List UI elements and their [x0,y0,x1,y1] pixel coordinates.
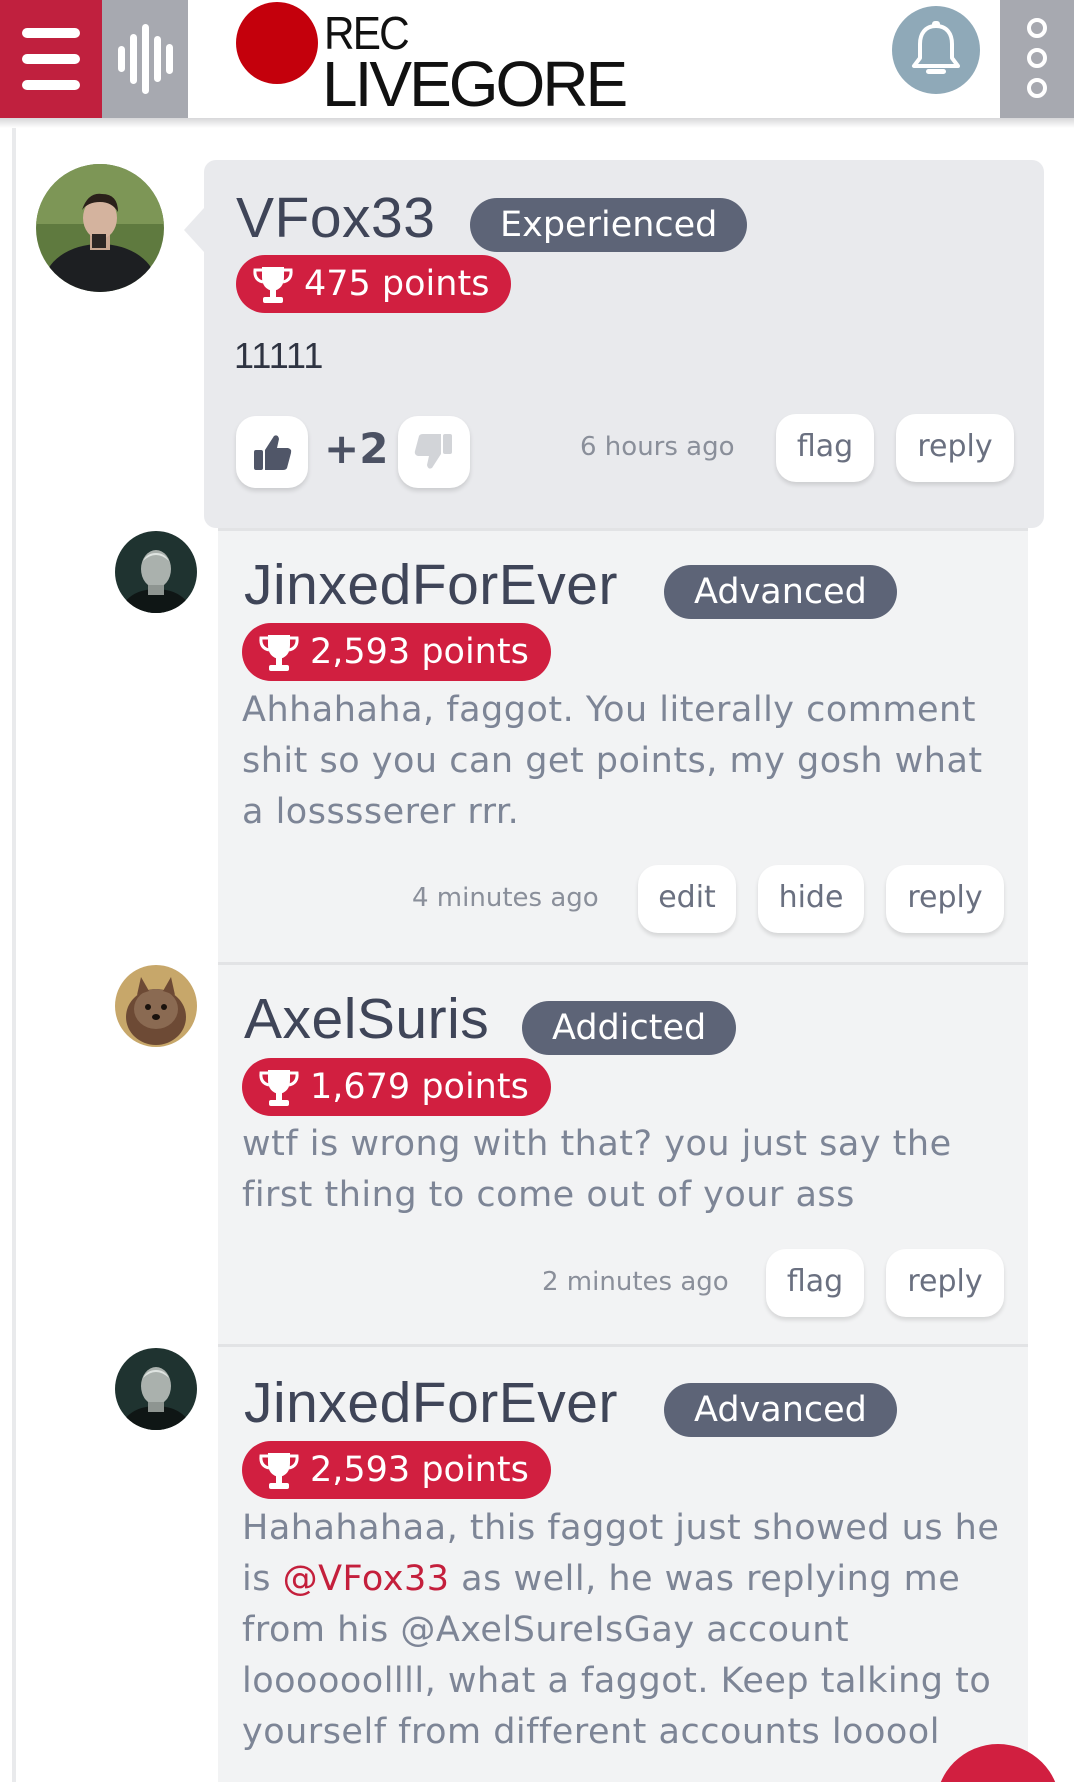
comment-username[interactable]: VFox33 [236,190,435,247]
bell-icon [912,21,960,74]
comment-body: wtf is wrong with that? you just say the… [242,1124,952,1215]
points-label: 475 points [304,264,490,304]
activity-button[interactable] [102,0,188,118]
site-logo[interactable]: REC LIVEGORE [236,0,628,118]
reply-button[interactable]: reply [896,414,1014,482]
comment-timestamp: 4 minutes ago [412,883,599,913]
vote-score: +2 [324,424,389,473]
comment-username[interactable]: AxelSuris [244,991,489,1048]
comment-body: Hahahahaa, this faggot just showed us he… [242,1503,1002,1758]
avatar[interactable] [115,531,197,613]
points-badge: 2,593 points [242,1441,551,1499]
more-options-button[interactable] [1000,0,1074,118]
flag-button[interactable]: flag [766,1249,864,1317]
rank-badge: Advanced [664,565,897,619]
reply-button[interactable]: reply [886,865,1004,933]
points-badge: 475 points [236,255,512,313]
comment-timestamp: 2 minutes ago [542,1267,729,1297]
trophy-icon [259,1070,299,1106]
trophy-icon [259,635,299,671]
edit-button[interactable]: edit [638,865,736,933]
user-photo-icon [115,1348,197,1430]
user-photo-icon [115,531,197,613]
avatar[interactable] [115,1348,197,1430]
hamburger-icon-line [22,54,80,64]
hamburger-icon-line [22,80,80,90]
user-photo-icon [115,965,197,1047]
comment-username[interactable]: JinxedForEver [244,1375,618,1432]
flag-button[interactable]: flag [776,414,874,482]
menu-button[interactable] [0,0,102,118]
comment-body: Ahhahaha, faggot. You literally comment … [242,690,983,832]
comment-card: JinxedForEver Advanced 2,593 points Ahha… [218,528,1028,962]
rank-badge: Addicted [522,1001,737,1055]
comment-card: VFox33 Experienced 475 points 11111 +2 6… [184,160,1044,528]
points-label: 2,593 points [310,1450,529,1490]
comment-body: 11111 [234,335,324,376]
avatar[interactable] [36,164,164,292]
comment-card: JinxedForEver Advanced 2,593 points Haha… [218,1344,1028,1782]
reply-button[interactable]: reply [886,1249,1004,1317]
thumbs-down-icon [414,434,452,469]
avatar[interactable] [115,965,197,1047]
points-label: 2,593 points [310,632,529,672]
rank-badge: Advanced [664,1383,897,1437]
thread-rule [12,128,16,1782]
comment-username[interactable]: JinxedForEver [244,557,618,614]
hamburger-icon [22,28,80,38]
notifications-button[interactable] [892,6,980,94]
record-dot-icon [236,2,318,84]
downvote-button[interactable] [398,416,470,488]
comment-timestamp: 6 hours ago [580,432,735,462]
top-bar: REC LIVEGORE [0,0,1074,118]
points-badge: 2,593 points [242,623,551,681]
points-badge: 1,679 points [242,1058,551,1116]
upvote-button[interactable] [236,416,308,488]
trophy-icon [259,1453,299,1489]
comment-card: AxelSuris Addicted 1,679 points wtf is w… [218,962,1028,1344]
top-bar-shadow [0,118,1074,128]
thumbs-up-icon [254,435,292,470]
mention-link[interactable]: @VFox33 [283,1559,450,1599]
points-label: 1,679 points [310,1067,529,1107]
hide-button[interactable]: hide [758,865,864,933]
user-photo-icon [36,164,164,292]
rank-badge: Experienced [470,198,748,252]
logo-site-name: LIVEGORE [322,48,628,120]
trophy-icon [253,267,293,303]
